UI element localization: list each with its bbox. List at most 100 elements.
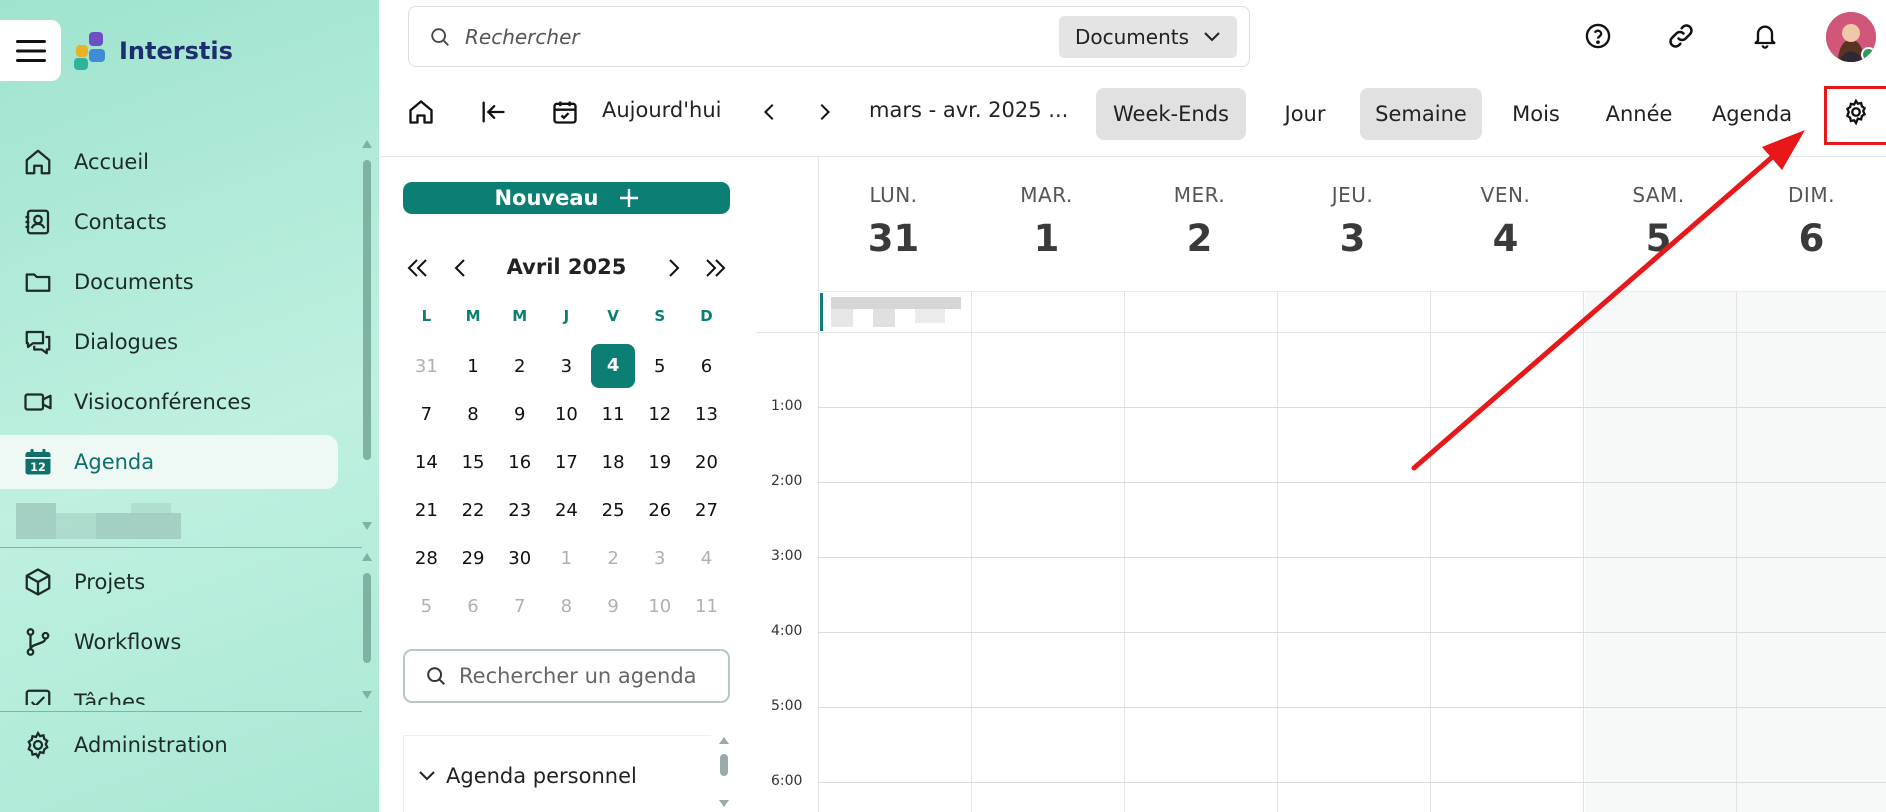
mini-calendar-day[interactable]: 27 — [683, 500, 730, 521]
sidebar-item-visioconferences[interactable]: Visioconférences — [0, 375, 340, 429]
mini-calendar-day[interactable]: 12 — [636, 404, 683, 425]
view-week[interactable]: Semaine — [1360, 88, 1482, 140]
mini-calendar-day[interactable]: 9 — [496, 404, 543, 425]
sidebar-item-documents[interactable]: Documents — [0, 255, 340, 309]
mini-calendar-day[interactable]: 17 — [543, 452, 590, 473]
global-search[interactable]: Rechercher Documents — [408, 6, 1250, 67]
mini-calendar-day[interactable]: 7 — [403, 404, 450, 425]
mini-calendar-day[interactable]: 31 — [403, 356, 450, 377]
sidebar-scrollbar[interactable] — [361, 140, 373, 530]
mini-calendar-day[interactable]: 30 — [496, 548, 543, 569]
search-scope-select[interactable]: Documents — [1059, 16, 1237, 58]
weekends-toggle[interactable]: Week-Ends — [1096, 88, 1246, 140]
user-avatar[interactable] — [1826, 12, 1876, 62]
notifications-button[interactable] — [1747, 18, 1783, 54]
mini-calendar-day[interactable]: 11 — [590, 404, 637, 425]
mini-calendar-day[interactable]: 1 — [543, 548, 590, 569]
mini-calendar-day[interactable]: 16 — [496, 452, 543, 473]
mini-calendar-day[interactable]: 24 — [543, 500, 590, 521]
link-button[interactable] — [1663, 18, 1699, 54]
mini-calendar-day-today[interactable]: 4 — [590, 344, 637, 388]
mini-calendar-day[interactable]: 20 — [683, 452, 730, 473]
next-button[interactable] — [806, 94, 842, 130]
mini-calendar-day[interactable]: 8 — [450, 404, 497, 425]
view-day[interactable]: Jour — [1263, 88, 1347, 140]
sidebar-divider — [0, 547, 362, 548]
mini-calendar-day[interactable]: 28 — [403, 548, 450, 569]
previous-year-button[interactable] — [405, 255, 431, 281]
contacts-icon — [22, 206, 54, 238]
sidebar-item-contacts[interactable]: Contacts — [0, 195, 340, 249]
day-column-header[interactable]: MAR. 1 — [970, 157, 1123, 291]
allday-divider — [756, 332, 1886, 333]
day-column-header[interactable]: JEU. 3 — [1276, 157, 1429, 291]
mini-calendar-day[interactable]: 4 — [683, 548, 730, 569]
view-year[interactable]: Année — [1592, 88, 1686, 140]
day-column-header[interactable]: SAM. 5 — [1582, 157, 1735, 291]
mini-calendar-day[interactable]: 1 — [450, 356, 497, 377]
weekend-column-sun — [1738, 291, 1886, 812]
mini-calendar-day[interactable]: 2 — [590, 548, 637, 569]
sidebar-item-accueil[interactable]: Accueil — [0, 135, 340, 189]
agenda-search-input[interactable]: Rechercher un agenda — [459, 664, 697, 688]
new-event-button[interactable]: Nouveau — [403, 182, 730, 214]
mini-calendar-day[interactable]: 6 — [683, 356, 730, 377]
mini-calendar-day[interactable]: 21 — [403, 500, 450, 521]
next-year-button[interactable] — [702, 255, 728, 281]
mini-calendar-day[interactable]: 22 — [450, 500, 497, 521]
mini-calendar-day[interactable]: 6 — [450, 596, 497, 617]
mini-calendar-day[interactable]: 7 — [496, 596, 543, 617]
menu-button[interactable] — [0, 20, 61, 81]
previous-button[interactable] — [752, 94, 788, 130]
mini-calendar-day[interactable]: 14 — [403, 452, 450, 473]
help-button[interactable] — [1580, 18, 1616, 54]
home-button[interactable] — [403, 94, 439, 130]
today-calendar-button[interactable] — [547, 94, 583, 130]
sidebar-item-administration[interactable]: Administration — [0, 718, 340, 772]
day-column-header[interactable]: MER. 2 — [1123, 157, 1276, 291]
mini-calendar-day[interactable]: 3 — [636, 548, 683, 569]
allday-event-blurred[interactable] — [820, 293, 968, 331]
day-column-header[interactable]: VEN. 4 — [1429, 157, 1582, 291]
mini-calendar-day[interactable]: 8 — [543, 596, 590, 617]
mini-calendar-day[interactable]: 13 — [683, 404, 730, 425]
mini-calendar-day[interactable]: 3 — [543, 356, 590, 377]
mini-calendar-day[interactable]: 11 — [683, 596, 730, 617]
view-month[interactable]: Mois — [1494, 88, 1578, 140]
mini-calendar-day[interactable]: 29 — [450, 548, 497, 569]
sidebar-scrollbar-secondary[interactable] — [361, 553, 373, 699]
today-button[interactable]: Aujourd'hui — [602, 98, 722, 122]
previous-month-button[interactable] — [447, 255, 473, 281]
mini-calendar-day[interactable]: 5 — [403, 596, 450, 617]
mini-calendar-day[interactable]: 18 — [590, 452, 637, 473]
mini-calendar-day[interactable]: 15 — [450, 452, 497, 473]
sidebar-item-workflows[interactable]: Workflows — [0, 615, 340, 669]
mini-calendar-day[interactable]: 23 — [496, 500, 543, 521]
app-logo[interactable]: Interstis — [73, 32, 233, 70]
mini-calendar-day[interactable]: 9 — [590, 596, 637, 617]
panel-scrollbar[interactable] — [719, 737, 729, 809]
mini-calendar-day[interactable]: 5 — [636, 356, 683, 377]
sidebar-item-taches[interactable]: Tâches — [0, 675, 340, 705]
weekday-label: M — [512, 307, 528, 325]
sidebar-item-dialogues[interactable]: Dialogues — [0, 315, 340, 369]
personal-agenda-toggle[interactable]: Agenda personnel — [418, 764, 637, 788]
mini-calendar-week: 28 29 30 1 2 3 4 — [403, 534, 730, 582]
view-agenda[interactable]: Agenda — [1699, 88, 1805, 140]
collapse-panel-button[interactable] — [475, 94, 511, 130]
mini-calendar-day[interactable]: 10 — [543, 404, 590, 425]
sidebar-item-projets[interactable]: Projets — [0, 555, 340, 609]
agenda-search-field[interactable]: Rechercher un agenda — [403, 649, 730, 703]
day-column-header[interactable]: DIM. 6 — [1735, 157, 1886, 291]
chevron-right-icon — [669, 259, 680, 277]
mini-calendar-day[interactable]: 2 — [496, 356, 543, 377]
sidebar-item-agenda[interactable]: 12 Agenda — [0, 435, 338, 489]
mini-calendar-day[interactable]: 10 — [636, 596, 683, 617]
next-month-button[interactable] — [661, 255, 687, 281]
blurred-item[interactable] — [16, 503, 181, 539]
mini-calendar-day[interactable]: 25 — [590, 500, 637, 521]
day-column-header[interactable]: LUN. 31 — [817, 157, 970, 291]
double-chevron-right-icon — [706, 259, 726, 277]
mini-calendar-day[interactable]: 19 — [636, 452, 683, 473]
mini-calendar-day[interactable]: 26 — [636, 500, 683, 521]
